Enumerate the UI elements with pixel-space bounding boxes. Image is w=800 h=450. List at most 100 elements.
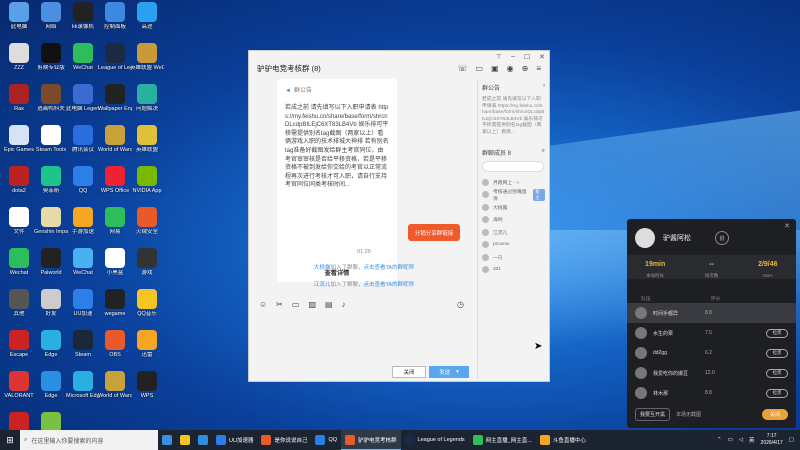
image-icon[interactable]: ▨ — [308, 300, 316, 309]
view-screenshot-link[interactable]: 本场无截图 — [676, 411, 701, 418]
desktop-icon[interactable]: Genshin Impact — [34, 207, 68, 247]
desktop-icon[interactable]: WPS Office — [98, 166, 132, 206]
desktop-icon[interactable]: ZZZ — [2, 43, 36, 83]
taskbar-app[interactable]: 斗鱼直播中心 — [536, 430, 590, 450]
desktop-icon[interactable]: NVIDIA App — [130, 166, 164, 206]
desktop-icon[interactable]: QQ — [66, 166, 100, 206]
desktop-icon[interactable]: Steam — [66, 330, 100, 370]
desktop-icon[interactable]: Palworld — [34, 248, 68, 288]
close-icon[interactable]: ✕ — [539, 53, 545, 61]
desktop-icon[interactable]: kk录像机 — [66, 2, 100, 42]
close-panel-button[interactable]: 关闭 — [761, 409, 788, 420]
desktop-icon[interactable]: 此电脑 — [2, 2, 36, 42]
member-item[interactable]: 大桃露 — [482, 201, 545, 214]
desktop-icon[interactable]: Steam Tools — [34, 125, 68, 165]
member-item[interactable]: 江流儿 — [482, 226, 545, 239]
player-row[interactable]: 时间手都异 8.8 — [627, 303, 796, 323]
desktop-icon[interactable]: Edge — [34, 330, 68, 370]
desktop-icon[interactable]: Wallpaper Engine — [98, 84, 132, 124]
share-group-link-button[interactable]: 分销分享群链接 — [408, 224, 460, 241]
taskbar-app[interactable] — [158, 430, 176, 450]
emoji-icon[interactable]: ☺ — [259, 300, 267, 309]
chevron-up-icon[interactable]: ⌃ — [717, 437, 722, 443]
sidebar-notice-preview[interactable]: 若成之前 请先填写以下入职申请表 https://my.feishu.cn/sh… — [482, 97, 545, 136]
desktop-icon[interactable]: 文件 — [2, 207, 36, 247]
member-item[interactable]: 月跑网上 - < — [482, 176, 545, 189]
block-button[interactable]: 拉黑 — [766, 368, 788, 378]
desktop-icon[interactable]: 逃离鸭科夫 — [34, 84, 68, 124]
history-clock-icon[interactable]: ◷ — [457, 300, 464, 309]
folder-icon[interactable]: ▭ — [292, 300, 300, 309]
phone-icon[interactable]: ☏ — [458, 64, 468, 73]
desktop-icon[interactable]: UU加速 — [66, 289, 100, 329]
desktop-icon[interactable]: World of Warcraft — [98, 371, 132, 411]
more-icon[interactable]: ≡ — [536, 64, 541, 73]
taskbar-app[interactable]: QQ — [311, 430, 341, 450]
member-item[interactable]: 一只 — [482, 251, 545, 264]
desktop-icon[interactable]: League of Legends — [98, 43, 132, 83]
desktop-icon[interactable]: 英雄联盟 — [130, 125, 164, 165]
view-nickname-link[interactable]: 点击查看TA的群昵称 — [363, 282, 414, 288]
desktop-icon[interactable]: 问题解决 — [130, 84, 164, 124]
volume-icon[interactable]: ◁ — [739, 437, 743, 443]
player-row[interactable]: 我爱吃你的爆豆 12.0 拉黑 — [627, 363, 796, 383]
member-item[interactable]: 考核通过别嘴蛋清 群主 — [482, 188, 545, 202]
send-button[interactable]: 发送 ▾ — [429, 366, 469, 378]
player-row[interactable]: 林木那 8.8 拉黑 — [627, 383, 796, 403]
desktop-icon[interactable]: QQ音乐 — [130, 289, 164, 329]
desktop-icon[interactable]: Edge — [34, 371, 68, 411]
desktop-icon[interactable]: 英雄联盟 WeGame版 — [130, 43, 164, 83]
member-link[interactable]: 江流儿 — [314, 282, 331, 288]
scissors-icon[interactable]: ✂ — [276, 300, 283, 309]
desktop-icon[interactable]: WeChat — [66, 43, 100, 83]
clock[interactable]: 7:17 2026/4/17 — [761, 433, 783, 447]
desktop-icon[interactable]: 剪映专业版 — [34, 43, 68, 83]
taskbar-app[interactable]: 是你说说自己 — [257, 430, 311, 450]
desktop-icon[interactable]: dota2 — [2, 166, 36, 206]
member-item[interactable]: 321 — [482, 264, 545, 277]
desktop-icon[interactable]: WeChat — [66, 248, 100, 288]
maximize-icon[interactable]: ☐ — [524, 53, 530, 61]
taskbar-app[interactable]: 驴驴电竞考核群 — [341, 430, 401, 450]
taskbar-app[interactable]: 网主直播_网主直... — [469, 430, 536, 450]
desktop-icon[interactable]: 小黑盒 — [98, 248, 132, 288]
badge-icon[interactable]: 戳 — [715, 231, 729, 245]
desktop-icon[interactable]: 手游加速 — [66, 207, 100, 247]
member-item[interactable]: 海哟 — [482, 214, 545, 227]
player-row[interactable]: 水生的栗 7.5 拉黑 — [627, 323, 796, 343]
block-button[interactable]: 拉黑 — [766, 388, 788, 398]
desktop-icon[interactable]: 腾讯会议 — [66, 125, 100, 165]
taskbar-app[interactable] — [176, 430, 194, 450]
desktop-icon[interactable]: Ras — [2, 84, 36, 124]
microphone-icon[interactable]: ♪ — [342, 300, 346, 309]
taskbar-app[interactable]: UU加速器 — [212, 430, 257, 450]
desktop-icon[interactable]: wegame — [98, 289, 132, 329]
live-icon[interactable]: ◉ — [507, 64, 514, 73]
desktop-icon[interactable]: 游戏 — [130, 248, 164, 288]
input-language[interactable]: 英 — [749, 436, 755, 444]
minimize-icon[interactable]: – — [511, 53, 515, 61]
desktop-icon[interactable]: 其他 — [2, 289, 36, 329]
desktop-icon[interactable]: World of Warcraft — [98, 125, 132, 165]
desktop-icon[interactable]: 好友 — [34, 289, 68, 329]
screen-share-icon[interactable]: ▣ — [491, 64, 499, 73]
windows-start-icon[interactable]: ⊞ — [0, 430, 20, 450]
desktop-icon[interactable]: Escape — [2, 330, 36, 370]
notification-icon[interactable]: ▢ — [789, 437, 794, 443]
block-button[interactable]: 拉黑 — [766, 328, 788, 338]
member-link[interactable]: 大桃露 — [314, 265, 331, 271]
sidebar-notice-header[interactable]: 群公告 › — [482, 83, 545, 92]
pin-icon[interactable]: ⊤ — [496, 53, 502, 61]
member-item[interactable]: prcxxxx — [482, 239, 545, 252]
desktop-icon[interactable]: 高途 — [130, 2, 164, 42]
desktop-icon[interactable]: 此电脑 Legends — [66, 84, 100, 124]
taskbar-search[interactable]: ⌕ 在这里输入你要搜索的内容 — [20, 430, 158, 450]
desktop-icon[interactable]: 奥菲斯 — [34, 166, 68, 206]
desktop-icon[interactable]: WPS — [130, 371, 164, 411]
desktop-icon[interactable]: Epic Games — [2, 125, 36, 165]
taskbar-app[interactable]: League of Legends — [401, 430, 469, 450]
desktop-icon[interactable]: Microsoft Edge — [66, 371, 100, 411]
desktop-icon[interactable]: Wechat — [2, 248, 36, 288]
desktop-icon[interactable]: 火绒安全 — [130, 207, 164, 247]
player-row[interactable]: dd2gg 6.2 拉黑 — [627, 343, 796, 363]
